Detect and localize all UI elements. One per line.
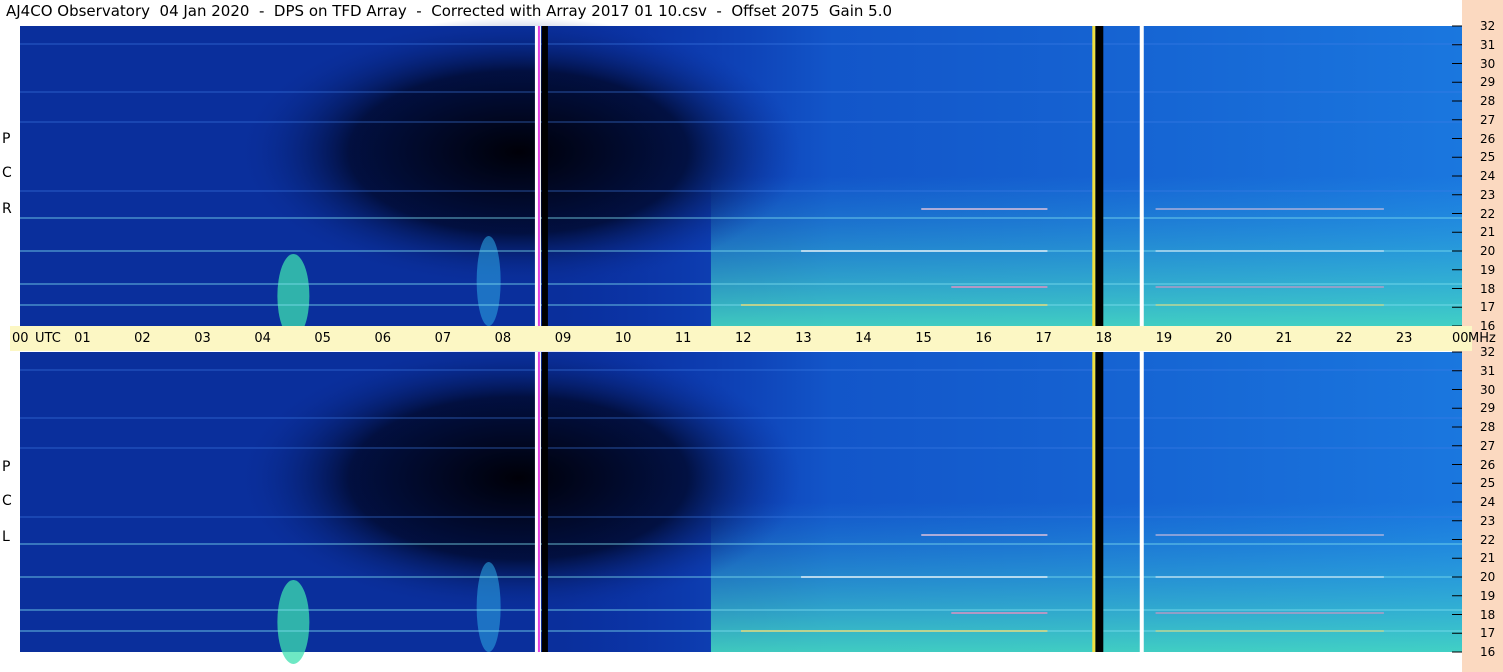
rcp-gap3-white <box>1139 26 1144 326</box>
lcp-gap2-black <box>1095 352 1104 652</box>
rcp-frequency-tick-label: 25 <box>1480 150 1496 165</box>
lcp-frequency-tick-label: 31 <box>1480 363 1496 378</box>
time-tick-label: 20 <box>1215 331 1233 346</box>
rcp-frequency-tick-label: 23 <box>1480 187 1496 202</box>
time-tick-label: 16 <box>975 331 992 346</box>
lcp-frequency-tick-label: 32 <box>1480 345 1496 359</box>
lcp-frequency-tick-label: 25 <box>1480 476 1496 491</box>
time-tick-label: 11 <box>674 331 692 346</box>
time-tick-label: 22 <box>1335 331 1353 346</box>
lcp-frequency-tick-label: 20 <box>1480 570 1496 584</box>
rcp-label-r: P <box>2 131 11 147</box>
rcp-frequency-tick-label: 20 <box>1480 244 1496 258</box>
lcp-frequency-tick-label: 27 <box>1480 438 1496 453</box>
lcp-night-region <box>236 343 802 613</box>
time-tick-label: 00 <box>12 331 29 346</box>
lcp-frequency-tick-label: 18 <box>1480 607 1496 622</box>
lcp-label-l: P <box>2 459 11 475</box>
rcp-frequency-tick-label: 22 <box>1480 206 1496 221</box>
lcp-gap2-yellow <box>1092 352 1096 652</box>
rcp-frequency-tick-label: 19 <box>1480 262 1496 277</box>
rcp-frequency-tick-label: 31 <box>1480 37 1496 52</box>
time-tick-label: 05 <box>314 331 331 346</box>
rcp-frequency-tick-label: 26 <box>1480 131 1496 146</box>
frequency-unit-label: MHz <box>1468 331 1496 346</box>
rcp-label-c: C <box>2 165 12 181</box>
lcp-frequency-tick-label: 17 <box>1480 626 1496 641</box>
lcp-label-c: C <box>2 493 12 509</box>
rcp-frequency-tick-label: 29 <box>1480 75 1496 90</box>
time-tick-label: 00 <box>1452 331 1469 346</box>
lcp-frequency-tick-label: 19 <box>1480 588 1496 603</box>
time-tick-label: 13 <box>795 331 812 346</box>
time-tick-label: 06 <box>374 331 392 346</box>
time-tick-label: 09 <box>554 331 572 346</box>
lcp-frequency-tick-label: 21 <box>1480 551 1496 566</box>
lcp-burst-07 <box>476 562 501 652</box>
lcp-gap3-white <box>1139 352 1144 652</box>
lcp-gap-black <box>541 352 548 652</box>
time-tick-label: 19 <box>1155 331 1173 346</box>
lcp-frequency-tick-label: 22 <box>1480 532 1496 547</box>
lcp-frequency-tick-label: 30 <box>1480 382 1496 397</box>
lcp-label-p: L <box>2 529 10 545</box>
rcp-frequency-tick-label: 32 <box>1480 19 1496 33</box>
time-tick-label: 14 <box>855 331 872 346</box>
lcp-frequency-tick-label: 26 <box>1480 457 1496 472</box>
time-tick-label: 15 <box>915 331 932 346</box>
time-tick-label: 03 <box>194 331 211 346</box>
rcp-frequency-tick-label: 21 <box>1480 225 1496 240</box>
rcp-frequency-tick-label: 27 <box>1480 112 1496 127</box>
time-tick-label: 12 <box>735 331 752 346</box>
rcp-burst-07 <box>476 236 501 326</box>
rcp-frequency-tick-label: 18 <box>1480 281 1496 296</box>
rcp-frequency-tick-label: 24 <box>1480 169 1496 183</box>
lcp-frequency-tick-label: 16 <box>1480 645 1496 659</box>
rcp-gap-magenta <box>537 26 540 326</box>
time-tick-label: 21 <box>1275 331 1293 346</box>
lcp-gap-magenta <box>537 352 540 652</box>
lcp-frequency-tick-label: 24 <box>1480 495 1496 509</box>
rcp-gap2-yellow <box>1092 26 1096 326</box>
lcp-frequency-tick-label: 28 <box>1480 420 1496 434</box>
time-tick-label: 18 <box>1095 331 1113 346</box>
rcp-frequency-tick-label: 30 <box>1480 56 1496 71</box>
lcp-frequency-tick-label: 23 <box>1480 513 1496 528</box>
time-tick-label: 08 <box>494 331 512 346</box>
rcp-frequency-tick-label: 17 <box>1480 300 1496 315</box>
rcp-gap2-black <box>1095 26 1104 326</box>
time-tick-label: 23 <box>1395 331 1413 346</box>
rcp-label-p: R <box>2 201 12 217</box>
time-tick-label: 10 <box>614 331 632 346</box>
time-tick-label: 07 <box>434 331 452 346</box>
time-tick-label: 17 <box>1035 331 1052 346</box>
time-tick-label: 04 <box>254 331 271 346</box>
time-axis-unit: UTC <box>35 331 61 346</box>
rcp-frequency-tick-label: 28 <box>1480 94 1496 108</box>
lcp-frequency-tick-label: 29 <box>1480 401 1496 416</box>
rcp-gap-black <box>541 26 548 326</box>
rcp-frequency-tick-label: 16 <box>1480 319 1496 333</box>
rcp-night-region <box>236 17 802 287</box>
time-tick-label: 01 <box>74 331 91 346</box>
time-tick-label: 02 <box>134 331 151 346</box>
lcp-burst-04 <box>277 580 310 664</box>
